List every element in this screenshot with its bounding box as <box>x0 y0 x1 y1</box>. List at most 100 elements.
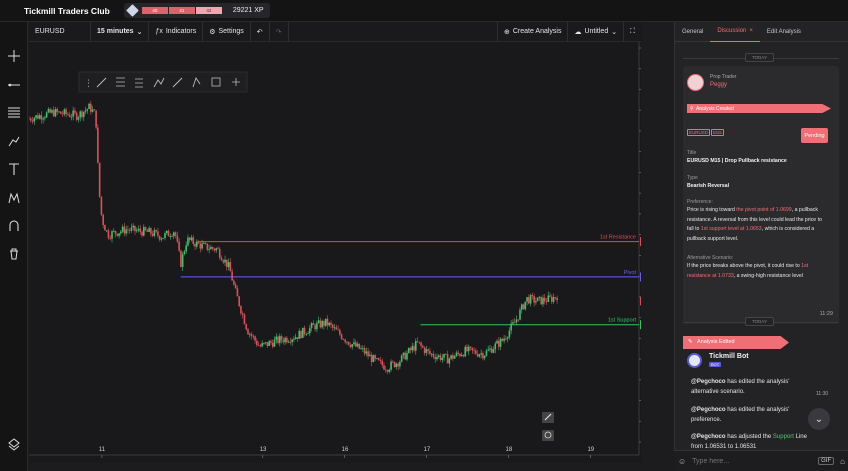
tab-general[interactable]: General <box>675 22 710 42</box>
author-role: Prop Trader <box>710 74 737 80</box>
candle-body <box>52 110 55 117</box>
chart-area[interactable]: 1st Resistance1.07333Pivot1.069921st Sup… <box>29 42 641 463</box>
candle-body <box>540 296 542 305</box>
candle-body <box>510 323 512 331</box>
drag-handle-icon[interactable]: ⋮ <box>84 78 93 88</box>
scroll-down-button[interactable]: ⌄ <box>808 408 830 430</box>
candle-body <box>100 196 103 215</box>
chat-input[interactable] <box>692 457 813 465</box>
fib-tool[interactable] <box>0 99 28 125</box>
candle-body <box>480 353 482 355</box>
layers-tool[interactable] <box>0 431 28 457</box>
mention-link[interactable]: @Pegchoco <box>691 379 726 385</box>
edit-button[interactable] <box>542 412 554 423</box>
hint-button[interactable] <box>542 430 554 441</box>
gif-button[interactable]: GIF <box>818 457 835 465</box>
bot-avatar[interactable] <box>687 353 702 368</box>
candle-body <box>353 342 355 345</box>
candle-body <box>81 111 83 117</box>
horizontal-line-icon <box>8 83 20 87</box>
bot-badge: BOT <box>709 362 722 367</box>
tab-edit-analysis[interactable]: Edit Analysis <box>760 22 808 42</box>
candle-body <box>236 288 239 297</box>
line-tool[interactable] <box>0 72 28 98</box>
crosshair-icon <box>8 50 20 62</box>
undo-button[interactable]: ↶ <box>251 21 270 42</box>
create-analysis-button[interactable]: ⊕ Create Analysis <box>496 21 569 42</box>
candle-body <box>245 324 248 330</box>
candle-body <box>538 296 541 298</box>
candle-body <box>425 349 428 353</box>
candle-body <box>384 369 387 371</box>
price-chart[interactable]: 1st Resistance1.07333Pivot1.069921st Sup… <box>29 42 641 463</box>
avatar[interactable] <box>687 74 704 91</box>
candle-body <box>158 235 161 240</box>
candle-body <box>241 313 244 315</box>
fullscreen-button[interactable]: ⛶ <box>624 22 641 42</box>
level-label: Pivot <box>624 270 637 276</box>
chart-header: EURUSD 15 minutes ⌄ ƒx Indicators ⚙ Sett… <box>29 21 641 42</box>
candle-body <box>86 109 89 111</box>
attach-icon[interactable]: ⌂ <box>840 457 845 466</box>
candle-body <box>427 349 429 351</box>
candle-body <box>233 280 235 285</box>
text-icon <box>9 163 19 175</box>
candle-body <box>121 226 124 232</box>
candle-body <box>418 341 421 343</box>
xp-badge[interactable]: 40 41 42 29221 XP <box>123 3 270 18</box>
crosshair-tool[interactable] <box>0 43 28 69</box>
candle-body <box>549 295 551 297</box>
candle-body <box>204 243 207 245</box>
candle-body <box>148 228 150 232</box>
close-icon[interactable]: × <box>749 28 753 34</box>
candle-body <box>528 297 530 304</box>
candle-body <box>29 118 32 121</box>
candle-body <box>392 361 394 363</box>
candle-body <box>185 245 187 252</box>
pending-status-button[interactable]: Pending <box>801 128 828 143</box>
support-link[interactable]: Support <box>773 434 794 440</box>
candle-body <box>264 342 267 344</box>
candle-body <box>238 296 240 307</box>
symbol-selector[interactable]: EURUSD <box>29 21 91 42</box>
pattern-tool[interactable] <box>0 185 28 211</box>
symbol-label: EURUSD <box>35 28 65 35</box>
interval-selector[interactable]: 15 minutes ⌄ <box>91 21 150 42</box>
candle-body <box>210 247 212 250</box>
app-title[interactable]: Tickmill Traders Club <box>24 6 110 16</box>
candle-body <box>65 109 67 114</box>
candle-body <box>155 230 157 232</box>
mention-link[interactable]: @Pegchoco <box>691 434 726 440</box>
candle-body <box>243 314 246 325</box>
settings-button[interactable]: ⚙ Settings <box>203 21 251 42</box>
candle-body <box>469 346 472 348</box>
emoji-icon[interactable]: ☺ <box>678 457 686 466</box>
indicators-button[interactable]: ƒx Indicators <box>149 21 204 42</box>
brush-tool[interactable] <box>0 128 28 154</box>
candle-body <box>45 112 48 118</box>
x-tick-label: 16 <box>342 447 349 453</box>
layout-selector[interactable]: ☁ Untitled ⌄ <box>568 21 625 42</box>
delete-tool[interactable] <box>0 241 28 267</box>
status-banner: ⚲ Analysis Created <box>687 104 831 113</box>
mention-link[interactable]: @Pegchoco <box>691 407 726 413</box>
candle-body <box>406 352 408 360</box>
tab-discussion[interactable]: Discussion × <box>710 22 760 42</box>
candle-body <box>330 322 332 325</box>
candle-body <box>275 336 278 340</box>
candle-body <box>171 236 173 238</box>
indicators-label: Indicators <box>165 28 197 35</box>
candle-body <box>118 233 120 236</box>
text-tool[interactable] <box>0 156 28 182</box>
candle-body <box>462 354 465 357</box>
candle-body <box>256 340 258 346</box>
pencil-icon: ✎ <box>688 339 693 345</box>
floating-drawing-toolbar[interactable]: ⋮ <box>78 71 248 93</box>
candle-body <box>153 230 156 236</box>
candle-body <box>67 113 69 115</box>
chevron-down-icon: ⌄ <box>611 28 618 36</box>
message-text: has adjusted the <box>725 434 773 440</box>
author-name[interactable]: Peggy <box>710 82 727 88</box>
redo-button[interactable]: ↷ <box>270 21 289 42</box>
magnet-tool[interactable] <box>0 213 28 239</box>
